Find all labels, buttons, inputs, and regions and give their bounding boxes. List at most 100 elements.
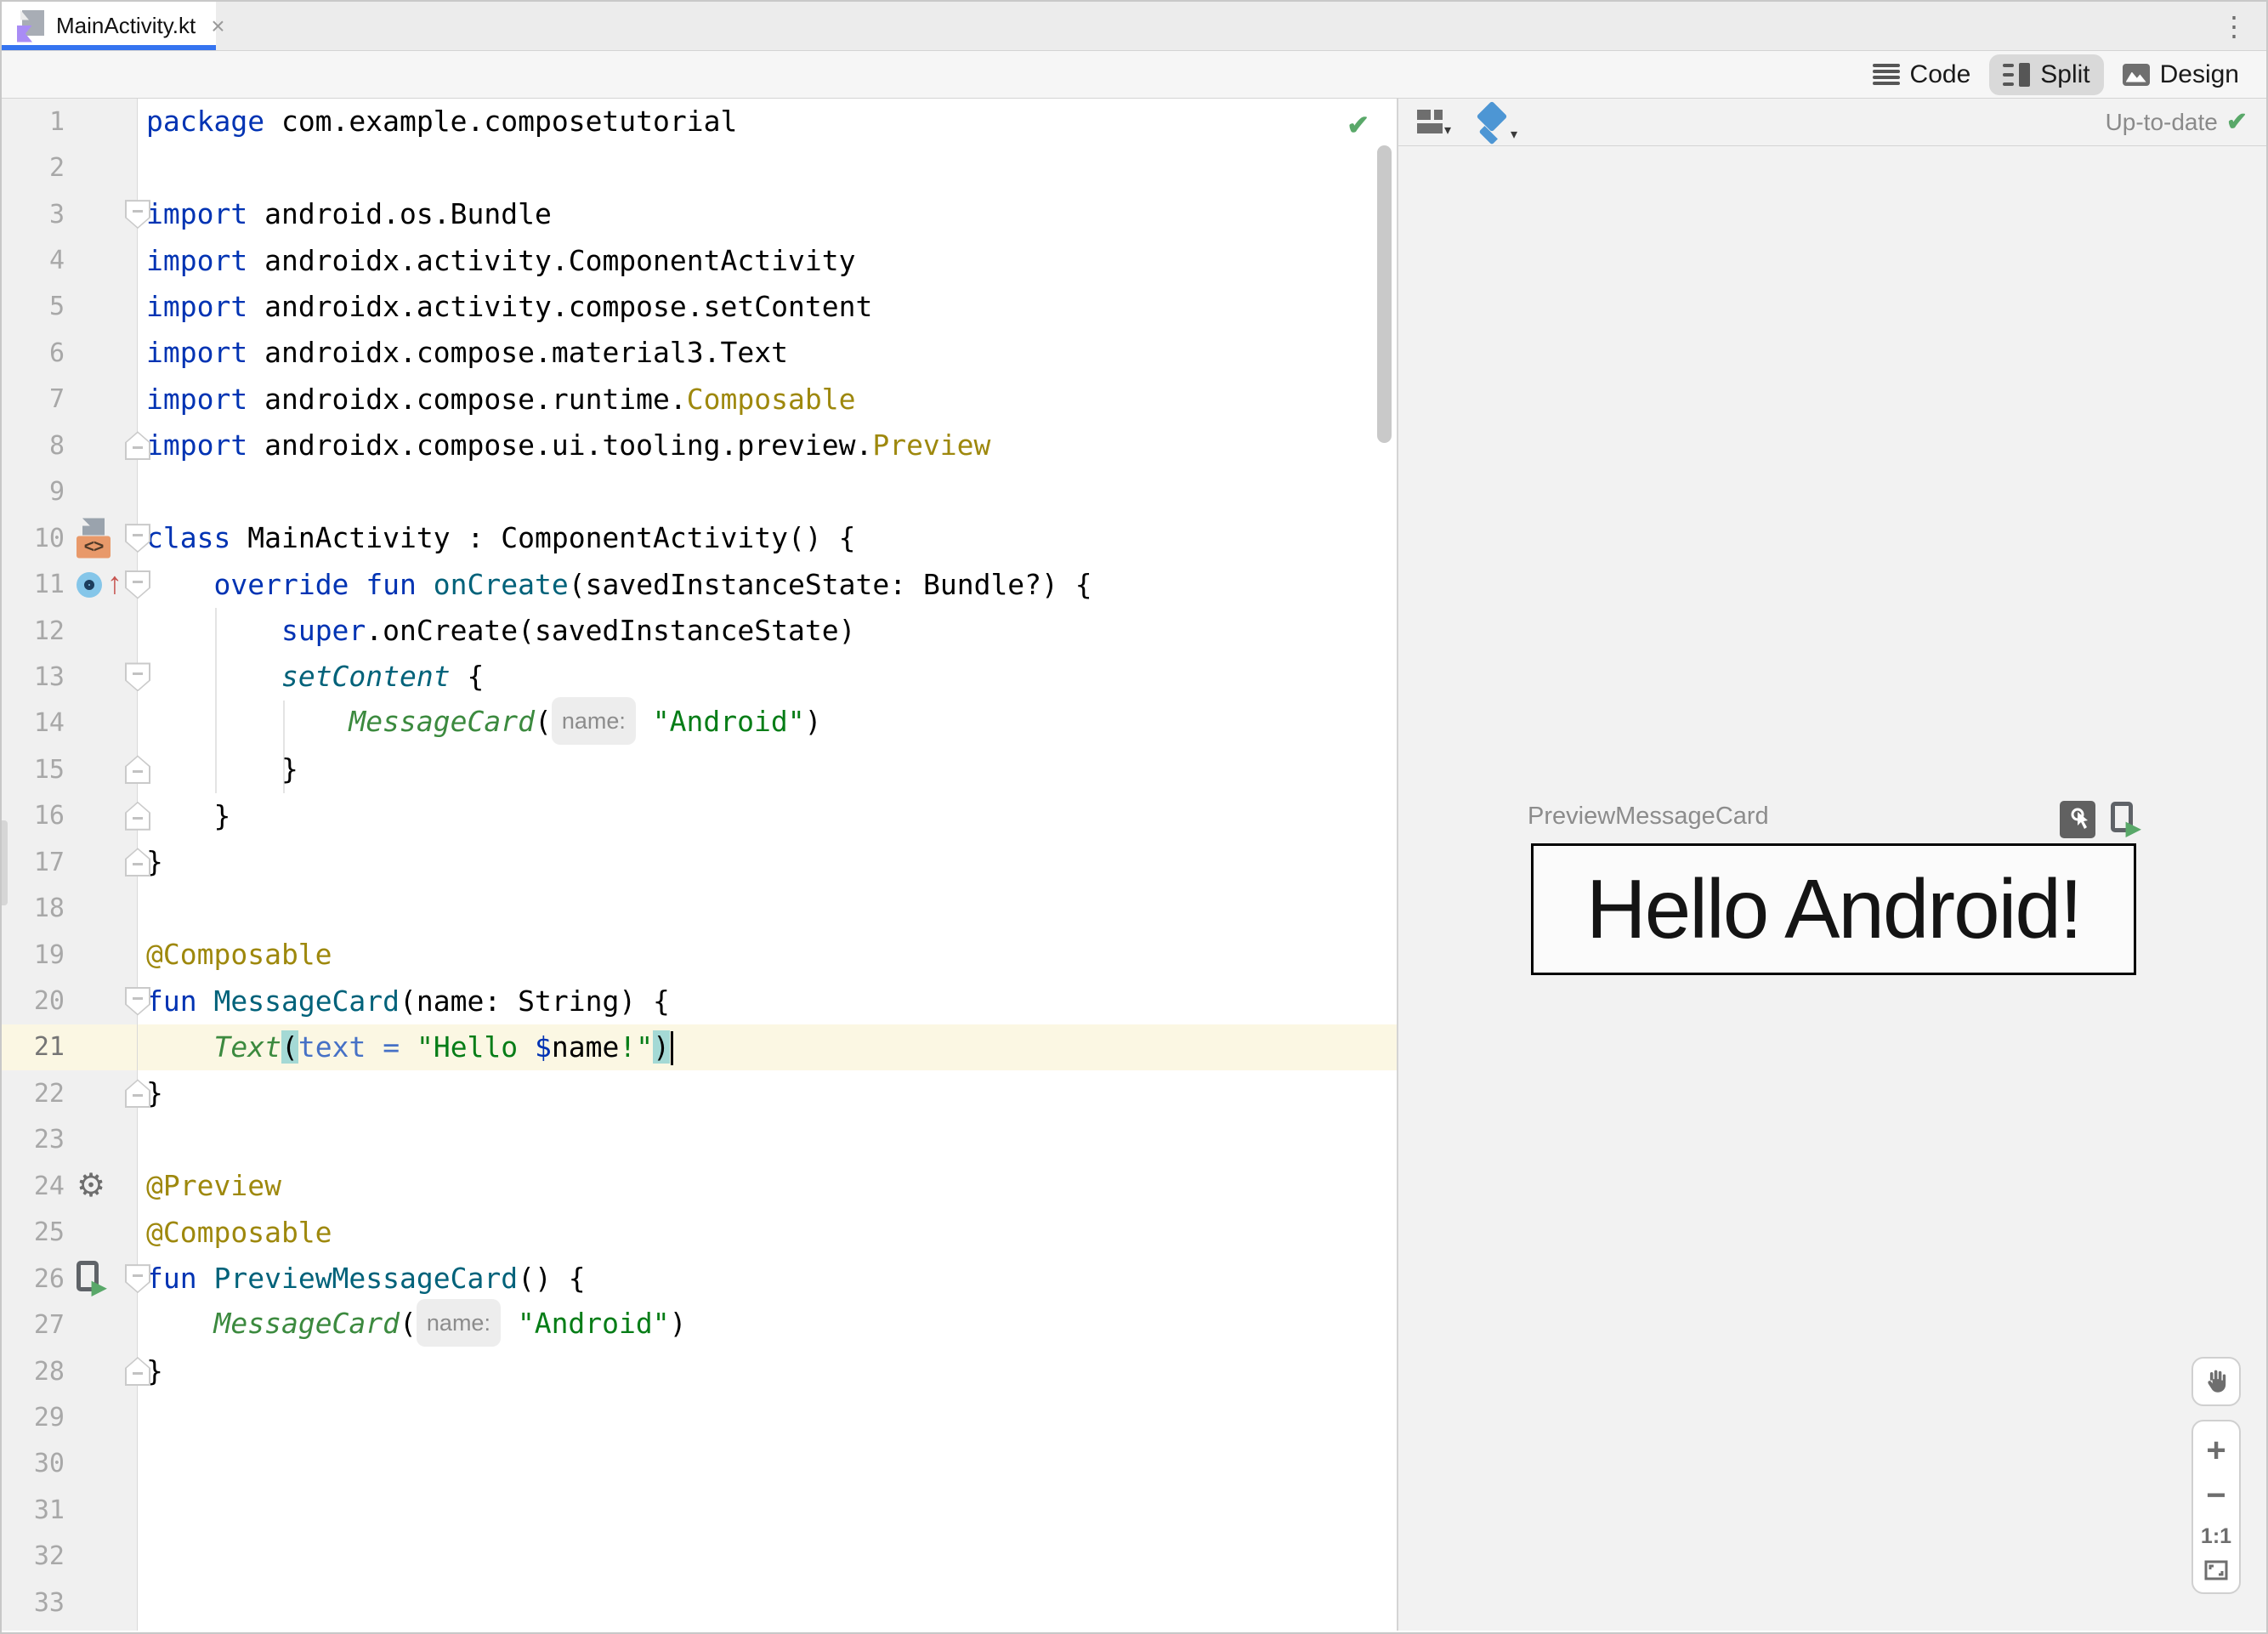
code-line[interactable]: 25 @Composable bbox=[2, 1209, 1397, 1256]
overrides-method-icon[interactable]: ↑ bbox=[77, 565, 124, 602]
code-line[interactable]: 13 setContent { bbox=[2, 654, 1397, 701]
fold-marker-icon[interactable] bbox=[125, 570, 150, 599]
fold-marker-icon[interactable] bbox=[125, 524, 150, 553]
code-line[interactable]: 27 MessageCard(name: "Android") bbox=[2, 1299, 1397, 1349]
code-tag-icon[interactable]: <> bbox=[77, 536, 111, 559]
fold-marker-icon[interactable] bbox=[125, 755, 150, 785]
run-preview-gutter-icon[interactable]: ▶ bbox=[77, 1261, 107, 1298]
fold-marker-icon[interactable] bbox=[125, 662, 150, 692]
code-line[interactable]: 12 super.onCreate(savedInstanceState) bbox=[2, 607, 1397, 655]
line-number[interactable]: 8 bbox=[2, 431, 65, 461]
mode-design-button[interactable]: Design bbox=[2109, 54, 2253, 95]
layout-file-icon[interactable] bbox=[82, 518, 105, 536]
code-line[interactable]: 32 bbox=[2, 1533, 1397, 1580]
code-editor[interactable]: 1 package com.example.composetutorial 2 3 im… bbox=[2, 99, 1397, 1631]
line-number[interactable]: 13 bbox=[2, 662, 65, 692]
tab-options-kebab-icon[interactable]: ⋮ bbox=[2220, 10, 2248, 43]
inspections-ok-icon[interactable]: ✔ bbox=[1347, 109, 1369, 141]
line-number[interactable]: 30 bbox=[2, 1449, 65, 1478]
code-text[interactable]: } bbox=[138, 746, 298, 792]
code-line[interactable]: 4 import androidx.activity.ComponentActiv… bbox=[2, 237, 1397, 284]
line-number[interactable]: 14 bbox=[2, 708, 65, 738]
line-number[interactable]: 21 bbox=[2, 1032, 65, 1062]
code-line[interactable]: 1 package com.example.composetutorial bbox=[2, 99, 1397, 145]
code-line[interactable]: 33 bbox=[2, 1580, 1397, 1626]
code-text[interactable]: import androidx.compose.runtime.Composab… bbox=[138, 377, 855, 423]
line-number[interactable]: 6 bbox=[2, 338, 65, 368]
code-line[interactable]: 6 import androidx.compose.material3.Text bbox=[2, 330, 1397, 377]
code-line[interactable]: 17} bbox=[2, 839, 1397, 886]
pan-tool-button[interactable] bbox=[2191, 1357, 2241, 1406]
line-number[interactable]: 28 bbox=[2, 1357, 65, 1387]
code-line[interactable]: 9 bbox=[2, 468, 1397, 515]
line-number[interactable]: 26 bbox=[2, 1264, 65, 1294]
run-preview-icon[interactable]: ▶ bbox=[2111, 802, 2141, 839]
fold-marker-icon[interactable] bbox=[125, 986, 150, 1016]
line-number[interactable]: 33 bbox=[2, 1588, 65, 1618]
fold-marker-icon[interactable] bbox=[125, 431, 150, 461]
code-text[interactable]: import androidx.compose.ui.tooling.previ… bbox=[138, 423, 990, 468]
line-number[interactable]: 11 bbox=[2, 570, 65, 599]
line-number[interactable]: 31 bbox=[2, 1495, 65, 1525]
line-number[interactable]: 7 bbox=[2, 384, 65, 414]
code-text[interactable]: class MainActivity : ComponentActivity()… bbox=[138, 515, 855, 561]
code-text[interactable]: setContent { bbox=[138, 654, 484, 700]
preview-settings-gear-icon[interactable]: ⚙ bbox=[77, 1170, 105, 1202]
line-number[interactable]: 9 bbox=[2, 477, 65, 507]
code-line[interactable]: 10 <> class MainActivity : ComponentActivi… bbox=[2, 514, 1397, 562]
zoom-out-button[interactable]: − bbox=[2206, 1478, 2225, 1512]
code-text[interactable]: package com.example.composetutorial bbox=[138, 99, 737, 145]
line-number[interactable]: 4 bbox=[2, 246, 65, 275]
code-text[interactable]: @Composable bbox=[138, 1210, 332, 1256]
line-number[interactable]: 25 bbox=[2, 1217, 65, 1247]
code-text[interactable]: override fun onCreate(savedInstanceState… bbox=[138, 562, 1091, 608]
code-text[interactable]: fun MessageCard(name: String) { bbox=[138, 979, 670, 1024]
code-line[interactable]: 20 fun MessageCard(name: String) { bbox=[2, 978, 1397, 1024]
code-line[interactable]: 2 bbox=[2, 145, 1397, 191]
code-text[interactable]: fun PreviewMessageCard() { bbox=[138, 1256, 586, 1302]
code-line[interactable]: 18 bbox=[2, 885, 1397, 932]
line-number[interactable]: 23 bbox=[2, 1125, 65, 1155]
code-line[interactable]: 15 } bbox=[2, 746, 1397, 793]
code-text[interactable]: Text(text = "Hello $name!") bbox=[138, 1024, 674, 1070]
line-number[interactable]: 17 bbox=[2, 848, 65, 877]
line-number[interactable]: 10 bbox=[2, 524, 65, 553]
fold-marker-icon[interactable] bbox=[125, 848, 150, 877]
line-number[interactable]: 5 bbox=[2, 292, 65, 321]
fold-marker-icon[interactable] bbox=[125, 1357, 150, 1387]
line-number[interactable]: 18 bbox=[2, 894, 65, 923]
code-line[interactable]: 19 @Composable bbox=[2, 931, 1397, 979]
code-line[interactable]: 14 MessageCard(name: "Android") bbox=[2, 697, 1397, 747]
code-text[interactable]: MessageCard(name: "Android") bbox=[138, 1299, 687, 1349]
code-text[interactable]: super.onCreate(savedInstanceState) bbox=[138, 608, 856, 654]
zoom-to-fit-icon[interactable] bbox=[2204, 1560, 2228, 1580]
code-text[interactable]: @Composable bbox=[138, 932, 332, 978]
line-number[interactable]: 20 bbox=[2, 986, 65, 1016]
line-number[interactable]: 19 bbox=[2, 940, 65, 970]
code-line[interactable]: 26 ▶ fun PreviewMessageCard() { bbox=[2, 1255, 1397, 1302]
code-line[interactable]: 3 import android.os.Bundle bbox=[2, 190, 1397, 238]
fold-marker-icon[interactable] bbox=[125, 801, 150, 831]
code-line[interactable]: 29 bbox=[2, 1394, 1397, 1441]
code-text[interactable]: MessageCard(name: "Android") bbox=[138, 697, 821, 747]
fold-marker-icon[interactable] bbox=[125, 200, 150, 230]
tool-window-stripe-handle[interactable] bbox=[2, 820, 8, 905]
code-line[interactable]: 23 bbox=[2, 1116, 1397, 1164]
line-number[interactable]: 29 bbox=[2, 1403, 65, 1433]
code-line[interactable]: 8 import androidx.compose.ui.tooling.prev… bbox=[2, 423, 1397, 469]
code-text[interactable]: import android.os.Bundle bbox=[138, 191, 552, 237]
editor-scrollbar[interactable] bbox=[1377, 145, 1392, 443]
code-text[interactable]: import androidx.compose.material3.Text bbox=[138, 330, 788, 376]
zoom-in-button[interactable]: + bbox=[2206, 1433, 2225, 1467]
close-tab-icon[interactable]: × bbox=[211, 14, 224, 38]
code-line[interactable]: 24 ⚙ @Preview bbox=[2, 1163, 1397, 1210]
zoom-reset-button[interactable]: 1:1 bbox=[2201, 1524, 2231, 1549]
code-line[interactable]: 28} bbox=[2, 1347, 1397, 1395]
fold-marker-icon[interactable] bbox=[125, 1079, 150, 1109]
line-number[interactable]: 16 bbox=[2, 801, 65, 831]
line-number[interactable]: 27 bbox=[2, 1310, 65, 1340]
line-number[interactable]: 32 bbox=[2, 1541, 65, 1571]
line-number[interactable]: 1 bbox=[2, 107, 65, 137]
fold-marker-icon[interactable] bbox=[125, 1264, 150, 1294]
line-number[interactable]: 2 bbox=[2, 153, 65, 183]
